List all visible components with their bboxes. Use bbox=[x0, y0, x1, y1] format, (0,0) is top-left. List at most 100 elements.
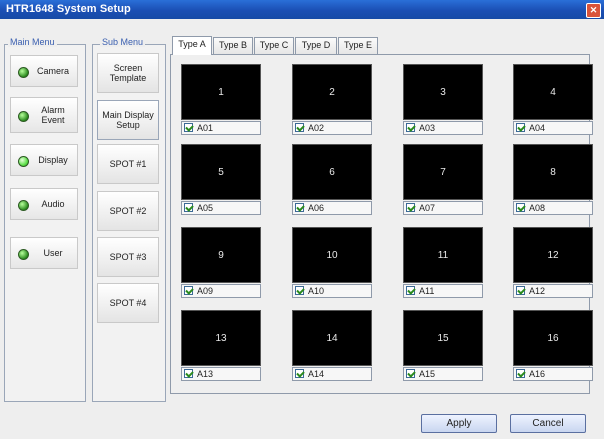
sub-menu-spot-3[interactable]: SPOT #3 bbox=[97, 237, 159, 277]
sub-menu-main-display-setup[interactable]: Main Display Setup bbox=[97, 100, 159, 140]
cell-number: 8 bbox=[550, 166, 556, 178]
main-menu-camera[interactable]: Camera bbox=[10, 55, 78, 87]
display-cell[interactable]: 11 bbox=[403, 227, 483, 283]
checkmark-icon[interactable] bbox=[184, 369, 193, 378]
cell-label: A06 bbox=[308, 203, 325, 213]
checkmark-icon[interactable] bbox=[295, 286, 304, 295]
sub-menu-spot-4[interactable]: SPOT #4 bbox=[97, 283, 159, 323]
cell-label: A13 bbox=[197, 369, 214, 379]
checkmark-icon[interactable] bbox=[406, 286, 415, 295]
display-cell[interactable]: 6 bbox=[292, 144, 372, 200]
cell-label: A14 bbox=[308, 369, 325, 379]
status-led-icon bbox=[18, 67, 29, 78]
cell-checkbox[interactable]: A09 bbox=[181, 284, 261, 298]
tab-type-b[interactable]: Type B bbox=[213, 37, 253, 54]
tab-type-e[interactable]: Type E bbox=[338, 37, 378, 54]
checkmark-icon[interactable] bbox=[295, 369, 304, 378]
window-title: HTR1648 System Setup bbox=[6, 3, 131, 15]
checkmark-icon[interactable] bbox=[516, 286, 525, 295]
checkmark-icon[interactable] bbox=[295, 203, 304, 212]
cell-checkbox[interactable]: A01 bbox=[181, 121, 261, 135]
cell-checkbox[interactable]: A02 bbox=[292, 121, 372, 135]
display-cell[interactable]: 7 bbox=[403, 144, 483, 200]
cell-checkbox[interactable]: A13 bbox=[181, 367, 261, 381]
cell-label: A11 bbox=[419, 286, 435, 296]
cell-label: A10 bbox=[308, 286, 325, 296]
cell-checkbox[interactable]: A04 bbox=[513, 121, 593, 135]
close-icon[interactable]: ✕ bbox=[586, 3, 601, 18]
checkmark-icon[interactable] bbox=[184, 286, 193, 295]
display-cell[interactable]: 2 bbox=[292, 64, 372, 120]
tab-type-a[interactable]: Type A bbox=[172, 36, 212, 55]
checkmark-icon[interactable] bbox=[295, 123, 304, 132]
display-cell[interactable]: 5 bbox=[181, 144, 261, 200]
checkmark-icon[interactable] bbox=[406, 123, 415, 132]
cell-number: 3 bbox=[440, 86, 446, 98]
tab-type-d[interactable]: Type D bbox=[295, 37, 337, 54]
cell-number: 12 bbox=[547, 249, 559, 261]
display-cell[interactable]: 9 bbox=[181, 227, 261, 283]
checkmark-icon[interactable] bbox=[184, 123, 193, 132]
display-cell[interactable]: 8 bbox=[513, 144, 593, 200]
display-cell[interactable]: 1 bbox=[181, 64, 261, 120]
cell-checkbox[interactable]: A12 bbox=[513, 284, 593, 298]
cell-label: A15 bbox=[419, 369, 436, 379]
cell-checkbox[interactable]: A14 bbox=[292, 367, 372, 381]
cell-checkbox[interactable]: A03 bbox=[403, 121, 483, 135]
cell-label: A02 bbox=[308, 123, 325, 133]
cell-label: A04 bbox=[529, 123, 546, 133]
cell-checkbox[interactable]: A06 bbox=[292, 201, 372, 215]
cell-number: 9 bbox=[218, 249, 224, 261]
cell-label: A12 bbox=[529, 286, 546, 296]
display-cell[interactable]: 15 bbox=[403, 310, 483, 366]
cell-label: A01 bbox=[197, 123, 214, 133]
cell-number: 7 bbox=[440, 166, 446, 178]
display-cell[interactable]: 3 bbox=[403, 64, 483, 120]
main-menu-user[interactable]: User bbox=[10, 237, 78, 269]
sub-menu-screen-template[interactable]: Screen Template bbox=[97, 53, 159, 93]
checkmark-icon[interactable] bbox=[516, 369, 525, 378]
checkmark-icon[interactable] bbox=[516, 123, 525, 132]
display-cell[interactable]: 14 bbox=[292, 310, 372, 366]
cell-checkbox[interactable]: A08 bbox=[513, 201, 593, 215]
cell-number: 11 bbox=[437, 249, 449, 261]
cell-number: 5 bbox=[218, 166, 224, 178]
cell-number: 14 bbox=[326, 332, 338, 344]
main-menu-label-text: Alarm Event bbox=[41, 105, 65, 125]
sub-menu-spot-2[interactable]: SPOT #2 bbox=[97, 191, 159, 231]
cell-checkbox[interactable]: A16 bbox=[513, 367, 593, 381]
checkmark-icon[interactable] bbox=[406, 203, 415, 212]
setup-window: HTR1648 System Setup ✕ Main Menu Camera … bbox=[0, 0, 604, 439]
cell-label: A08 bbox=[529, 203, 546, 213]
apply-button[interactable]: Apply bbox=[421, 414, 497, 433]
cancel-button[interactable]: Cancel bbox=[510, 414, 586, 433]
main-menu-audio[interactable]: Audio bbox=[10, 188, 78, 220]
cell-checkbox[interactable]: A07 bbox=[403, 201, 483, 215]
cell-checkbox[interactable]: A05 bbox=[181, 201, 261, 215]
display-cell[interactable]: 4 bbox=[513, 64, 593, 120]
cell-checkbox[interactable]: A10 bbox=[292, 284, 372, 298]
cell-checkbox[interactable]: A11 bbox=[403, 284, 483, 298]
cell-number: 10 bbox=[326, 249, 338, 261]
cell-label: A09 bbox=[197, 286, 214, 296]
cell-number: 4 bbox=[550, 86, 556, 98]
title-bar: HTR1648 System Setup ✕ bbox=[0, 0, 604, 19]
display-cell[interactable]: 16 bbox=[513, 310, 593, 366]
status-led-icon bbox=[18, 156, 29, 167]
checkmark-icon[interactable] bbox=[406, 369, 415, 378]
display-cell[interactable]: 10 bbox=[292, 227, 372, 283]
display-cell[interactable]: 13 bbox=[181, 310, 261, 366]
main-menu-alarm-event[interactable]: Alarm Event bbox=[10, 97, 78, 133]
cell-checkbox[interactable]: A15 bbox=[403, 367, 483, 381]
sub-menu-label: Sub Menu bbox=[100, 37, 146, 47]
main-menu-label-text: Audio bbox=[41, 199, 65, 209]
cell-number: 13 bbox=[215, 332, 227, 344]
main-menu-display[interactable]: Display bbox=[10, 144, 78, 176]
cell-number: 16 bbox=[547, 332, 559, 344]
cell-label: A03 bbox=[419, 123, 436, 133]
tab-type-c[interactable]: Type C bbox=[254, 37, 294, 54]
display-cell[interactable]: 12 bbox=[513, 227, 593, 283]
checkmark-icon[interactable] bbox=[516, 203, 525, 212]
sub-menu-spot-1[interactable]: SPOT #1 bbox=[97, 144, 159, 184]
checkmark-icon[interactable] bbox=[184, 203, 193, 212]
